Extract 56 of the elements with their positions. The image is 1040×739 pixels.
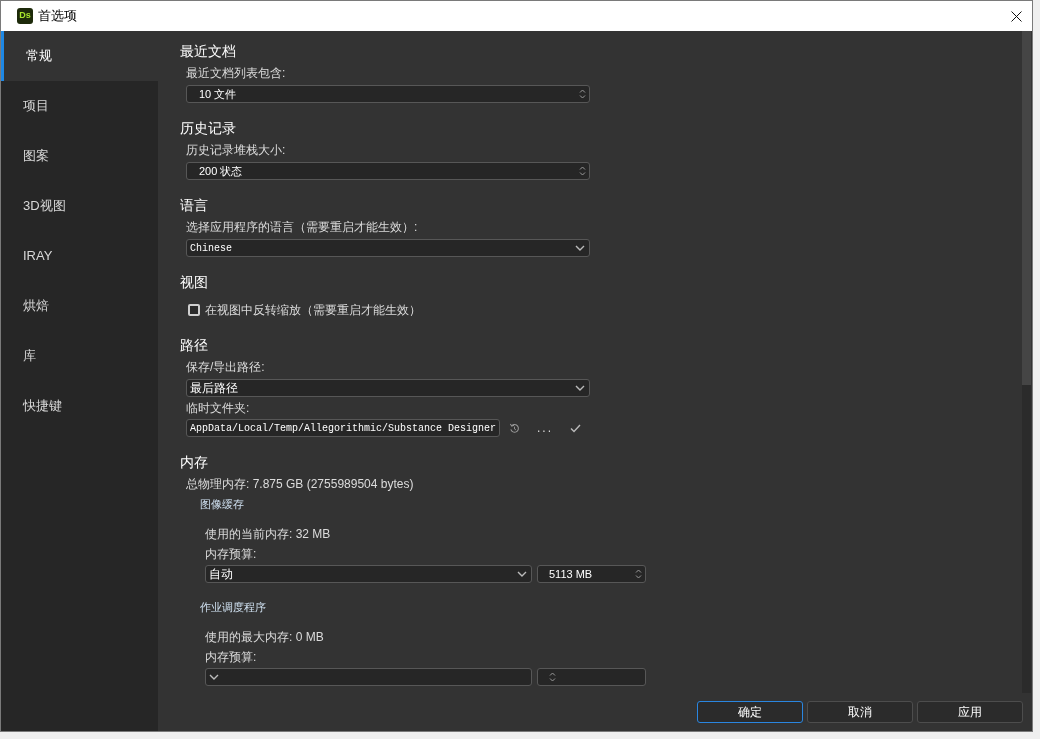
spin-box[interactable]: 5113 MB (537, 565, 646, 583)
sidebar-item[interactable]: 图案 (1, 131, 158, 181)
chevron-down-icon (209, 674, 219, 680)
sidebar-item[interactable]: 烘焙 (1, 281, 158, 331)
chevron-down-icon (575, 385, 585, 391)
section-heading: 历史记录 (180, 119, 237, 138)
dropdown[interactable] (205, 668, 532, 686)
scrollbar[interactable] (1022, 31, 1031, 693)
section-heading: 内存 (180, 453, 209, 472)
field-label: 最近文档列表包含: (186, 65, 287, 82)
field-label: 使用的最大内存: 0 MB (205, 629, 325, 646)
field-label: 临时文件夹: (186, 400, 251, 417)
spin-box[interactable] (537, 668, 646, 686)
app-logo: Ds (17, 8, 33, 24)
field-label: 内存预算: (205, 649, 258, 666)
scrollbar-thumb[interactable] (1022, 31, 1031, 385)
sidebar-item[interactable]: 库 (1, 331, 158, 381)
section-heading: 最近文档 (180, 42, 237, 61)
section-heading: 视图 (180, 273, 209, 292)
close-icon[interactable] (1011, 10, 1022, 22)
sidebar-item[interactable]: 常规 (1, 31, 158, 81)
section-heading: 语言 (180, 196, 209, 215)
spin-box[interactable]: 200 状态 (186, 162, 590, 180)
sidebar-item[interactable]: 快捷键 (1, 381, 158, 431)
field-label: 内存预算: (205, 546, 258, 563)
group-heading: 作业调度程序 (200, 600, 267, 615)
sidebar-item[interactable]: 项目 (1, 81, 158, 131)
reset-icon[interactable] (509, 422, 520, 434)
group-heading: 图像缓存 (200, 497, 245, 512)
spin-box[interactable]: 10 文件 (186, 85, 590, 103)
checkbox-label: 在视图中反转缩放（需要重启才能生效） (205, 302, 421, 319)
spin-arrows-icon[interactable] (579, 88, 586, 100)
chevron-down-icon (517, 571, 527, 577)
dialog-button[interactable]: 确定 (697, 701, 803, 723)
checkbox[interactable] (188, 304, 200, 316)
window-title: 首选项 (38, 7, 77, 26)
sidebar-item[interactable]: 3D视图 (1, 181, 158, 231)
spin-arrows-icon[interactable] (579, 165, 586, 177)
path-field[interactable]: AppData/Local/Temp/Allegorithmic/Substance Designer (186, 419, 500, 437)
section-heading: 路径 (180, 336, 209, 355)
spin-arrows-icon[interactable] (635, 568, 642, 580)
checkmark-icon[interactable] (570, 423, 581, 433)
dialog-button[interactable]: 取消 (807, 701, 913, 723)
sidebar-item[interactable]: IRAY (1, 231, 158, 281)
field-label: 历史记录堆栈大小: (186, 142, 287, 159)
field-label: 使用的当前内存: 32 MB (205, 526, 332, 543)
dialog-button[interactable]: 应用 (917, 701, 1023, 723)
browse-button[interactable]: ... (537, 419, 553, 437)
field-label: 总物理内存: 7.875 GB (2755989504 bytes) (186, 476, 415, 493)
field-label: 选择应用程序的语言（需要重启才能生效）: (186, 219, 419, 236)
spin-arrows-icon[interactable] (549, 671, 556, 683)
dropdown[interactable]: 最后路径 (186, 379, 590, 397)
chevron-down-icon (575, 245, 585, 251)
dropdown[interactable]: Chinese (186, 239, 590, 257)
field-label: 保存/导出路径: (186, 359, 266, 376)
dropdown[interactable]: 自动 (205, 565, 532, 583)
